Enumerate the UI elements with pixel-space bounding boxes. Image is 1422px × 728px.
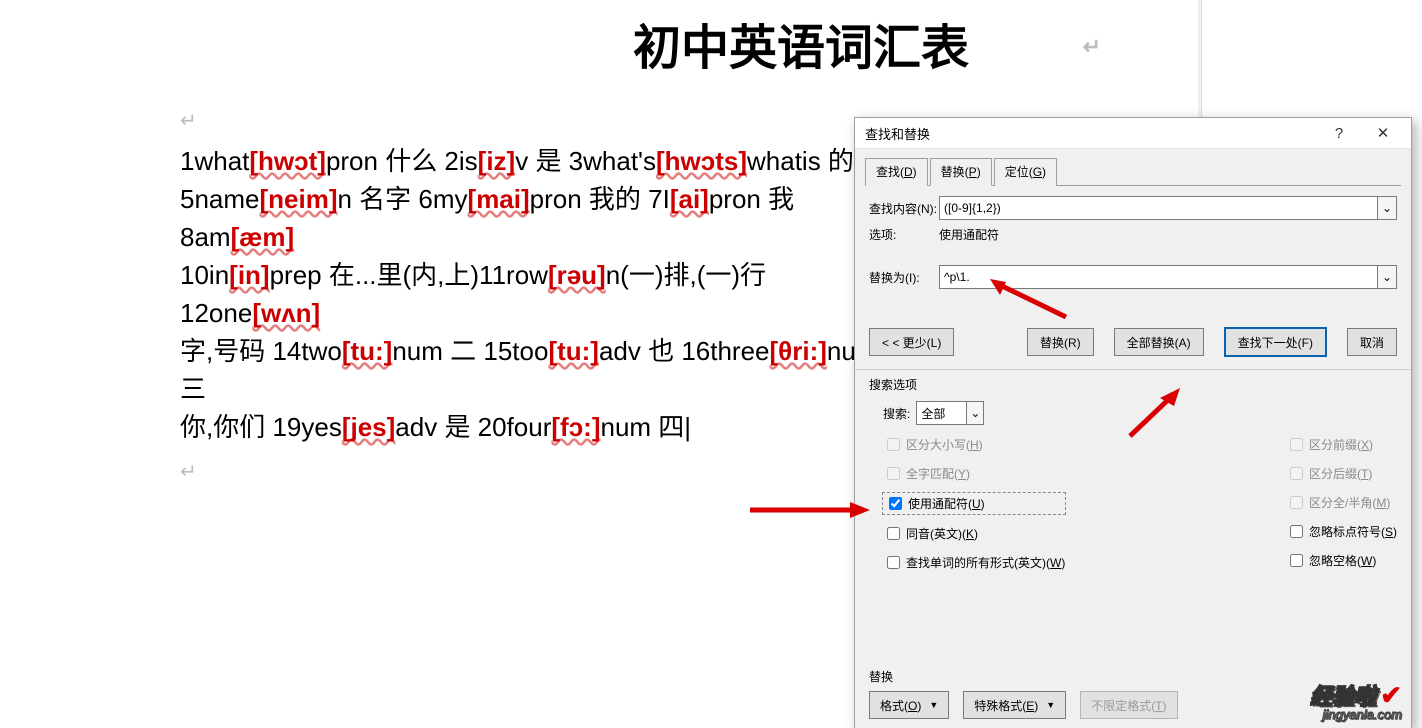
title-text: 初中英语词汇表: [633, 22, 969, 75]
check-use-wildcards[interactable]: 使用通配符(U): [883, 493, 1065, 514]
search-direction-select[interactable]: 全部 ⌄: [916, 401, 984, 425]
search-options-label: 搜索选项: [855, 369, 1411, 397]
tab-replace[interactable]: 替换(P): [930, 158, 992, 186]
chevron-down-icon[interactable]: ⌄: [1377, 266, 1396, 288]
tab-goto[interactable]: 定位(G): [994, 158, 1057, 186]
check-ignore-punct[interactable]: 忽略标点符号(S): [1286, 522, 1397, 541]
document-body[interactable]: 1what[hwɔt]pron 什么 2is[iz]v 是 3what's[hw…: [180, 143, 880, 447]
check-ignore-space[interactable]: 忽略空格(W): [1286, 551, 1397, 570]
chevron-down-icon[interactable]: ⌄: [1377, 197, 1396, 219]
no-format-button: 不限定格式(T): [1080, 691, 1177, 719]
replace-button[interactable]: 替换(R): [1027, 328, 1094, 356]
replace-value: ^p\1.: [944, 270, 970, 284]
paragraph-mark-icon: ↵: [1083, 34, 1101, 60]
find-label: 查找内容(N):: [869, 200, 939, 217]
less-button[interactable]: < < 更少(L): [869, 328, 954, 356]
chevron-down-icon: ▼: [929, 700, 938, 710]
dialog-titlebar[interactable]: 查找和替换 ? ✕: [855, 118, 1411, 149]
check-match-case: 区分大小写(H): [883, 435, 1065, 454]
chevron-down-icon: ▼: [1046, 700, 1055, 710]
find-input[interactable]: ([0-9]{1,2}) ⌄: [939, 196, 1397, 220]
dialog-buttons: < < 更少(L) 替换(R) 全部替换(A) 查找下一处(F) 取消: [855, 319, 1411, 367]
check-sounds-like[interactable]: 同音(英文)(K): [883, 524, 1065, 543]
tab-find[interactable]: 查找(D): [865, 158, 928, 186]
chevron-down-icon[interactable]: ⌄: [966, 402, 983, 424]
page-title: 初中英语词汇表 ↵: [421, 0, 1181, 78]
search-direction-label: 搜索:: [883, 405, 910, 422]
search-direction-value: 全部: [921, 405, 945, 422]
replace-input[interactable]: ^p\1. ⌄: [939, 265, 1397, 289]
dialog-title: 查找和替换: [865, 124, 1317, 143]
cancel-button[interactable]: 取消: [1347, 328, 1397, 356]
search-options: 搜索: 全部 ⌄ 区分大小写(H) 全字匹配(Y) 使用通配符(U) 同音(英文…: [855, 397, 1411, 588]
check-suffix: 区分后缀(T): [1286, 464, 1397, 483]
replace-all-button[interactable]: 全部替换(A): [1114, 328, 1204, 356]
watermark: 经验啦✔ jingyanla.com: [1310, 679, 1402, 722]
special-format-button[interactable]: 特殊格式(E)▼: [963, 691, 1066, 719]
find-next-button[interactable]: 查找下一处(F): [1224, 327, 1327, 357]
dialog-content: 查找内容(N): ([0-9]{1,2}) ⌄ 选项: 使用通配符 替换为(I)…: [855, 186, 1411, 319]
options-label: 选项:: [869, 226, 939, 243]
close-button[interactable]: ✕: [1361, 121, 1405, 145]
find-replace-dialog: 查找和替换 ? ✕ 查找(D) 替换(P) 定位(G) 查找内容(N): ([0…: [854, 117, 1412, 728]
check-all-forms[interactable]: 查找单词的所有形式(英文)(W): [883, 553, 1065, 572]
check-icon: ✔: [1380, 680, 1402, 710]
watermark-url: jingyanla.com: [1310, 707, 1402, 722]
check-prefix: 区分前缀(X): [1286, 435, 1397, 454]
format-button[interactable]: 格式(O)▼: [869, 691, 949, 719]
options-value: 使用通配符: [939, 226, 999, 243]
find-value: ([0-9]{1,2}): [944, 201, 1001, 215]
check-whole-word: 全字匹配(Y): [883, 464, 1065, 483]
check-width: 区分全/半角(M): [1286, 493, 1397, 512]
help-button[interactable]: ?: [1317, 121, 1361, 145]
replace-label: 替换为(I):: [869, 269, 939, 286]
tabs: 查找(D) 替换(P) 定位(G): [855, 149, 1411, 186]
